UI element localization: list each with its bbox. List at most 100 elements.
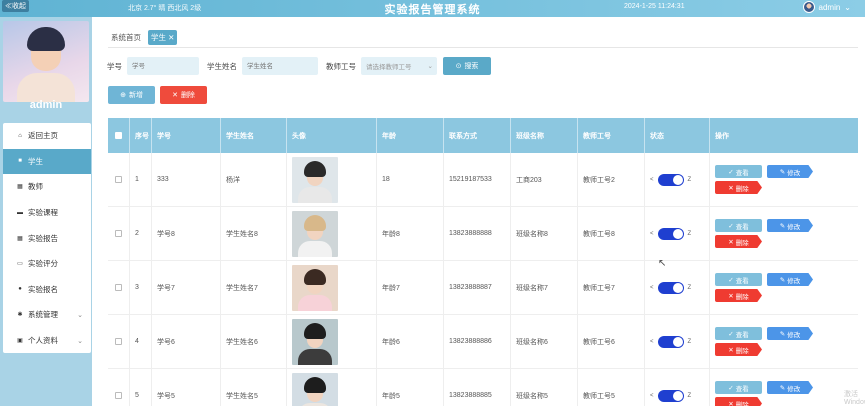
sidebar-item-students[interactable]: ■ 学生 xyxy=(3,148,91,175)
user-name: admin xyxy=(818,2,841,12)
row-checkbox[interactable] xyxy=(115,338,122,345)
student-photo[interactable] xyxy=(292,372,338,406)
edit-icon: ✎ xyxy=(779,330,786,338)
col-age[interactable]: 年龄 xyxy=(377,118,444,153)
status-toggle[interactable] xyxy=(657,173,684,186)
arrow-right-icon: Ζ xyxy=(687,176,692,183)
chevron-down-icon: ⌄ xyxy=(77,337,83,345)
delete-button-label: 删除 xyxy=(735,293,749,301)
status-toggle[interactable] xyxy=(657,281,684,294)
delete-button[interactable]: ✕ 删除 xyxy=(715,397,762,406)
col-phone[interactable]: 联系方式 xyxy=(444,118,511,153)
edit-button[interactable]: ✎ 修改 xyxy=(767,219,813,232)
edit-button[interactable]: ✎ 修改 xyxy=(767,273,813,286)
row-checkbox[interactable] xyxy=(115,284,122,291)
arrow-left-icon: < xyxy=(650,176,654,183)
col-class[interactable]: 班级名称 xyxy=(511,118,578,153)
student-name-input[interactable] xyxy=(242,57,318,75)
cell-age: 年龄7 xyxy=(377,261,444,314)
delete-button[interactable]: ✕ 删除 xyxy=(715,289,762,302)
cell-avatar xyxy=(287,369,377,406)
delete-button[interactable]: ✕ 删除 xyxy=(715,181,762,194)
edit-button[interactable]: ✎ 修改 xyxy=(767,165,813,178)
sidebar-item-teachers[interactable]: ▦ 教师 xyxy=(3,174,91,200)
col-teacher-no[interactable]: 教师工号 xyxy=(578,118,645,153)
grid-icon: ▦ xyxy=(17,184,23,191)
cell-student-no: 学号7 xyxy=(152,261,221,314)
main-content: 系统首页 学生 ✕ 学号 学生姓名 教师工号 请选择教师工号 ⌄ ⊙ 搜索 ⊕ … xyxy=(92,17,865,406)
row-checkbox[interactable] xyxy=(115,230,122,237)
cell-status: < Ζ xyxy=(645,207,710,260)
row-checkbox[interactable] xyxy=(115,392,122,399)
student-photo[interactable] xyxy=(292,210,338,257)
row-select-cell[interactable] xyxy=(108,261,130,314)
batch-delete-button[interactable]: ✕ 删除 xyxy=(160,86,207,104)
view-button-label: 查看 xyxy=(735,385,749,393)
select-all-checkbox[interactable] xyxy=(115,132,122,139)
delete-button[interactable]: ✕ 删除 xyxy=(715,343,762,356)
cell-status: < Ζ xyxy=(645,315,710,368)
col-avatar: 头像 xyxy=(287,118,377,153)
student-photo[interactable] xyxy=(292,318,338,365)
view-button[interactable]: ✓ 查看 xyxy=(715,273,762,286)
row-select-cell[interactable] xyxy=(108,153,130,206)
divider xyxy=(108,47,858,48)
sidebar-item-courses[interactable]: ▬ 实验课程 xyxy=(3,200,91,226)
sidebar-item-profile[interactable]: ▣ 个人资料 ⌄ xyxy=(3,328,91,354)
status-toggle[interactable] xyxy=(657,389,684,402)
search-button[interactable]: ⊙ 搜索 xyxy=(443,57,491,75)
edit-button-label: 修改 xyxy=(787,331,801,339)
arrow-left-icon: < xyxy=(650,392,654,399)
tab-home[interactable]: 系统首页 xyxy=(108,30,144,45)
student-no-input[interactable] xyxy=(127,57,199,75)
row-select-cell[interactable] xyxy=(108,369,130,406)
sidebar-item-grading[interactable]: ▭ 实验评分 xyxy=(3,251,91,277)
cell-actions: ✓ 查看 ✎ 修改 ✕ 删除 xyxy=(710,315,858,368)
edit-button[interactable]: ✎ 修改 xyxy=(767,327,813,340)
row-select-cell[interactable] xyxy=(108,315,130,368)
cell-student-no: 学号5 xyxy=(152,369,221,406)
sidebar-item-home[interactable]: ⌂ 返回主页 xyxy=(3,123,91,149)
status-toggle[interactable] xyxy=(657,227,684,240)
sidebar-item-system[interactable]: ✱ 系统管理 ⌄ xyxy=(3,302,91,328)
student-photo[interactable] xyxy=(292,156,338,203)
add-button-label: 新增 xyxy=(128,92,143,99)
cell-class: 班级名称6 xyxy=(511,315,578,368)
cell-teacher-no: 教师工号5 xyxy=(578,369,645,406)
cell-teacher-no: 教师工号2 xyxy=(578,153,645,206)
add-button[interactable]: ⊕ 新增 xyxy=(108,86,155,104)
delete-button[interactable]: ✕ 删除 xyxy=(715,235,762,248)
tab-students[interactable]: 学生 ✕ xyxy=(148,30,178,45)
sidebar-item-reports[interactable]: ▦ 实验报告 xyxy=(3,225,91,251)
student-photo[interactable] xyxy=(292,264,338,311)
edit-icon: ✎ xyxy=(779,276,786,284)
sidebar-item-label: 实验报告 xyxy=(28,233,58,243)
row-checkbox[interactable] xyxy=(115,176,122,183)
status-toggle[interactable] xyxy=(657,335,684,348)
student-no-label: 学号 xyxy=(107,61,122,71)
edit-button-label: 修改 xyxy=(787,277,801,285)
select-all-cell[interactable] xyxy=(108,118,130,153)
user-menu[interactable]: admin ⌄ xyxy=(802,1,851,13)
edit-icon: ✎ xyxy=(779,222,786,230)
col-status[interactable]: 状态 xyxy=(645,118,710,153)
view-button[interactable]: ✓ 查看 xyxy=(715,165,762,178)
plus-circle-icon: ⊕ xyxy=(120,92,126,99)
view-button[interactable]: ✓ 查看 xyxy=(715,219,762,232)
view-button[interactable]: ✓ 查看 xyxy=(715,327,762,340)
teacher-no-select[interactable]: 请选择教师工号 ⌄ xyxy=(361,57,437,75)
view-button[interactable]: ✓ 查看 xyxy=(715,381,762,394)
row-select-cell[interactable] xyxy=(108,207,130,260)
sidebar-menu: ⌂ 返回主页 ■ 学生 ▦ 教师 ▬ 实验课程 ▦ 实验报告 ▭ 实验评分 ● … xyxy=(3,123,91,354)
system-title: 实验报告管理系统 xyxy=(384,4,481,16)
col-student-name[interactable]: 学生姓名 xyxy=(221,118,287,153)
check-icon: ✓ xyxy=(728,168,734,176)
sidebar-item-signup[interactable]: ● 实验报名 xyxy=(3,277,91,303)
col-student-no[interactable]: 学号 xyxy=(152,118,221,153)
cell-phone: 13823888887 xyxy=(444,261,511,314)
sidebar-username: admin xyxy=(29,99,63,111)
edit-button[interactable]: ✎ 修改 xyxy=(767,381,813,394)
current-time: 2024-1-25 11:24:31 xyxy=(624,3,685,10)
user-avatar xyxy=(802,1,815,13)
student-name-label: 学生姓名 xyxy=(207,61,237,71)
